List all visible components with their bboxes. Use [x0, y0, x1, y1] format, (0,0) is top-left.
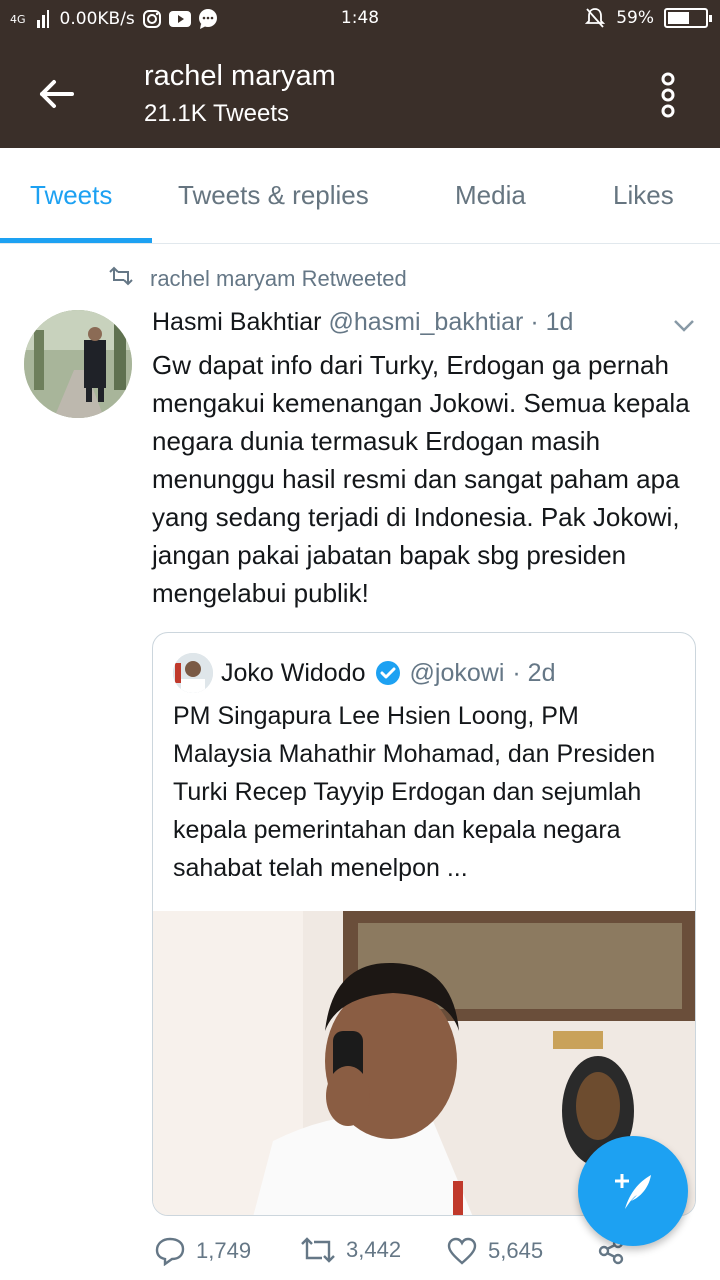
tab-tweets[interactable]: Tweets: [30, 180, 112, 211]
clock: 1:48: [340, 8, 380, 28]
retweet-count: 3,442: [346, 1237, 402, 1262]
profile-tabs: Tweets Tweets & replies Media Likes: [0, 148, 720, 244]
retweet-button[interactable]: 3,442: [300, 1236, 401, 1264]
quoted-avatar: [173, 653, 213, 693]
like-button[interactable]: 5,645: [446, 1236, 543, 1266]
tweet-time: · 1d: [530, 308, 574, 336]
retweet-label: rachel maryam Retweeted: [150, 266, 407, 291]
profile-header: rachel maryam 21.1K Tweets: [0, 38, 720, 148]
battery-percent: 59%: [616, 8, 654, 28]
tweet-count: 21.1K Tweets: [144, 100, 289, 127]
active-tab-indicator: [0, 238, 152, 243]
quoted-tweet[interactable]: Joko Widodo @jokowi · 2d PM Singapura Le…: [152, 632, 696, 1216]
compose-feather-icon: [615, 1174, 651, 1209]
status-bar: 4G 0.00KB/s 1:48 59%: [0, 0, 720, 38]
battery-icon: [664, 8, 712, 28]
tab-likes[interactable]: Likes: [613, 180, 674, 211]
quoted-header: Joko Widodo @jokowi · 2d: [173, 653, 555, 693]
author-handle: @hasmi_bakhtiar: [328, 308, 524, 336]
tab-media[interactable]: Media: [455, 180, 526, 211]
tweet-author[interactable]: Hasmi Bakhtiar @hasmi_bakhtiar · 1d: [152, 308, 573, 337]
reply-button[interactable]: 1,749: [154, 1236, 251, 1266]
profile-name: rachel maryam: [144, 60, 336, 92]
chevron-down-icon[interactable]: [672, 318, 696, 334]
like-count: 5,645: [488, 1238, 544, 1263]
quoted-handle: @jokowi: [409, 658, 505, 687]
quoted-time: · 2d: [512, 658, 556, 687]
reply-icon: [155, 1237, 185, 1266]
compose-tweet-button[interactable]: [578, 1136, 688, 1246]
author-name[interactable]: Hasmi Bakhtiar: [152, 308, 322, 336]
more-options-icon[interactable]: [656, 72, 680, 118]
heart-icon: [447, 1237, 477, 1265]
retweet-action-icon: [301, 1237, 335, 1263]
quoted-name: Joko Widodo: [221, 658, 366, 687]
avatar[interactable]: [24, 310, 132, 418]
retweet-icon: [108, 266, 134, 292]
reply-count: 1,749: [196, 1238, 252, 1263]
verified-badge-icon: [374, 659, 402, 687]
tab-tweets-replies[interactable]: Tweets & replies: [178, 180, 369, 211]
tweet-text: Gw dapat info dari Turky, Erdogan ga per…: [152, 350, 690, 608]
mute-bell-icon: [584, 7, 606, 29]
retweet-context: rachel maryam Retweeted: [108, 266, 407, 292]
quoted-text: PM Singapura Lee Hsien Loong, PM Malaysi…: [173, 702, 656, 882]
back-arrow-icon[interactable]: [36, 74, 76, 114]
